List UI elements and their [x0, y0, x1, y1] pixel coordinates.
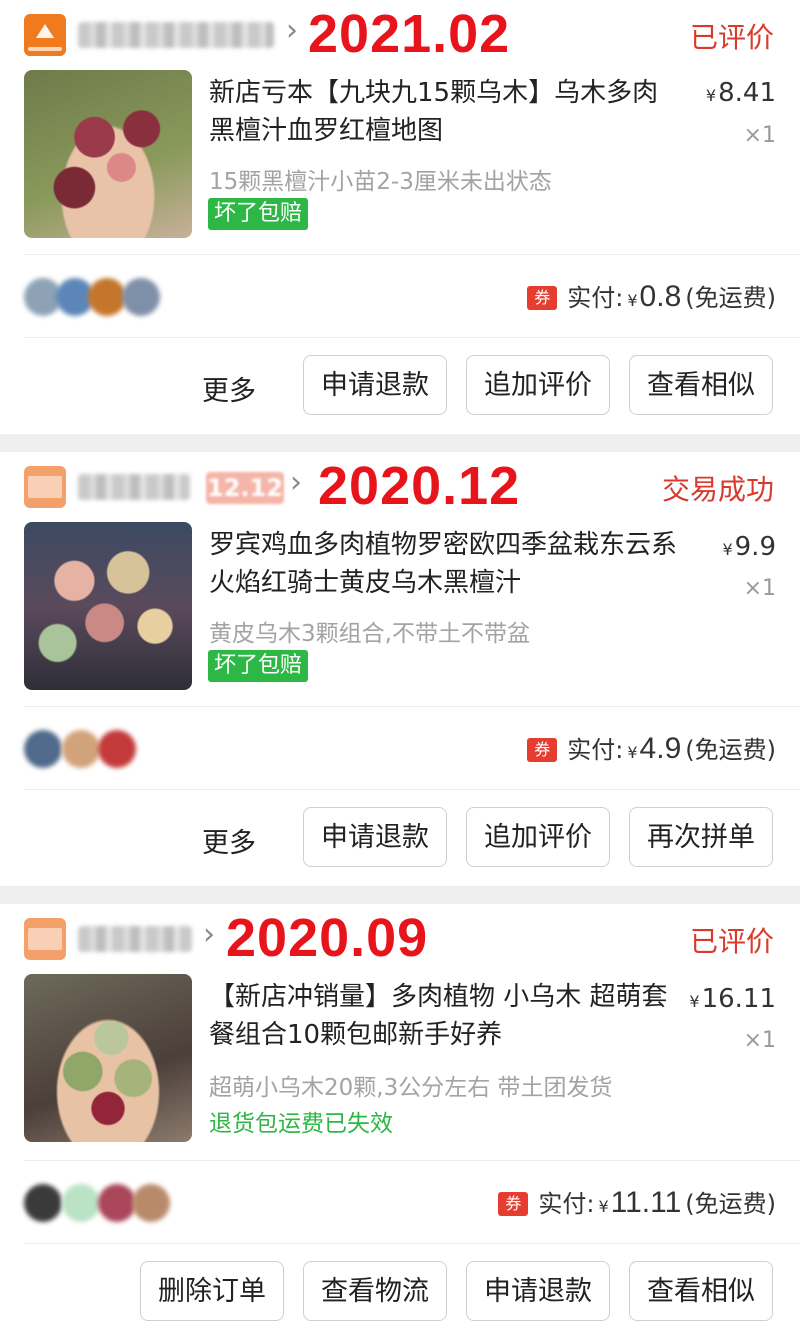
- product-title[interactable]: 罗宾鸡血多肉植物罗密欧四季盆栽东云系火焰红骑士黄皮乌木黑檀汁: [209, 526, 679, 602]
- currency-symbol: ¥: [598, 1197, 609, 1216]
- avatar: [62, 730, 100, 768]
- divider: [24, 1160, 800, 1161]
- coupon-icon: 券: [498, 1192, 529, 1216]
- view-similar-button[interactable]: 查看相似: [629, 355, 773, 415]
- store-logo-icon: [24, 466, 66, 508]
- product-price: ¥8.41: [705, 78, 776, 108]
- view-similar-button[interactable]: 查看相似: [629, 1261, 773, 1321]
- currency-symbol: ¥: [627, 743, 638, 762]
- product-price: ¥16.11: [689, 984, 776, 1014]
- store-header[interactable]: › 2021.02 已评价: [0, 0, 800, 70]
- return-shipping-notice: 退货包运费已失效: [209, 1111, 393, 1137]
- add-review-button[interactable]: 追加评价: [466, 807, 610, 867]
- store-logo-icon: [24, 14, 66, 56]
- product-image[interactable]: [24, 974, 192, 1142]
- divider: [24, 337, 800, 338]
- product-spec: 黄皮乌木3颗组合,不带土不带盆: [209, 621, 530, 647]
- group-avatars: [24, 1184, 174, 1222]
- divider: [24, 1243, 800, 1244]
- order-card: › 2020.09 已评价 【新店冲销量】多肉植物 小乌木 超萌套餐组合10颗包…: [0, 904, 800, 1341]
- guarantee-badge: 坏了包赔: [208, 650, 309, 682]
- avatar: [98, 730, 136, 768]
- order-card: › 2021.02 已评价 新店亏本【九块九15颗乌木】乌木多肉黑檀汁血罗红檀地…: [0, 0, 800, 434]
- order-card: 12.12 › 2020.12 交易成功 罗宾鸡血多肉植物罗密欧四季盆栽东云系火…: [0, 452, 800, 886]
- chevron-right-icon[interactable]: ›: [203, 920, 215, 950]
- refund-button[interactable]: 申请退款: [466, 1261, 610, 1321]
- shipping-note: (免运费): [685, 736, 776, 764]
- store-header[interactable]: › 2020.09 已评价: [0, 904, 800, 974]
- order-status: 已评价: [689, 21, 774, 54]
- coupon-icon: 券: [527, 738, 558, 762]
- avatar: [98, 1184, 136, 1222]
- avatar: [62, 1184, 100, 1222]
- product-spec: 超萌小乌木20颗,3公分左右 带土团发货: [209, 1075, 613, 1101]
- refund-button[interactable]: 申请退款: [303, 355, 447, 415]
- coupon-icon: 券: [527, 286, 558, 310]
- avatar: [122, 278, 160, 316]
- divider: [24, 254, 800, 255]
- store-tag: 12.12: [206, 472, 284, 504]
- shipping-note: (免运费): [685, 1190, 776, 1218]
- divider: [24, 706, 800, 707]
- date-label: 2020.12: [318, 456, 521, 516]
- add-review-button[interactable]: 追加评价: [466, 355, 610, 415]
- delete-order-button[interactable]: 删除订单: [140, 1261, 284, 1321]
- date-label: 2020.09: [226, 908, 429, 968]
- paid-label: 实付:: [567, 736, 624, 764]
- group-avatars: [24, 278, 174, 316]
- paid-label: 实付:: [567, 284, 624, 312]
- group-buy-again-button[interactable]: 再次拼单: [629, 807, 773, 867]
- store-name[interactable]: [78, 474, 190, 500]
- store-name[interactable]: [78, 926, 192, 952]
- order-status: 已评价: [689, 925, 774, 958]
- product-quantity: ×1: [743, 123, 776, 148]
- product-price: ¥9.9: [722, 532, 776, 562]
- store-logo-icon: [24, 918, 66, 960]
- paid-amount: 11.11: [610, 1186, 682, 1219]
- avatar: [24, 1184, 62, 1222]
- divider: [24, 789, 800, 790]
- avatar: [88, 278, 126, 316]
- chevron-right-icon[interactable]: ›: [290, 468, 302, 498]
- product-title[interactable]: 【新店冲销量】多肉植物 小乌木 超萌套餐组合10颗包邮新手好养: [209, 978, 679, 1054]
- paid-label: 实付:: [538, 1190, 595, 1218]
- product-quantity: ×1: [743, 576, 776, 601]
- product-image[interactable]: [24, 522, 192, 690]
- refund-button[interactable]: 申请退款: [303, 807, 447, 867]
- currency-symbol: ¥: [627, 291, 638, 310]
- date-label: 2021.02: [308, 4, 511, 64]
- more-button[interactable]: 更多: [202, 369, 256, 408]
- order-status: 交易成功: [661, 473, 774, 506]
- store-header[interactable]: 12.12 › 2020.12 交易成功: [0, 452, 800, 522]
- paid-summary: 券 实付: ¥ 4.9 (免运费): [527, 730, 776, 766]
- paid-summary: 券 实付: ¥ 0.8 (免运费): [527, 278, 776, 314]
- avatar: [132, 1184, 170, 1222]
- product-quantity: ×1: [743, 1028, 776, 1053]
- guarantee-badge: 坏了包赔: [208, 198, 309, 230]
- paid-amount: 4.9: [639, 732, 682, 765]
- more-button[interactable]: 更多: [202, 821, 256, 860]
- view-logistics-button[interactable]: 查看物流: [303, 1261, 447, 1321]
- avatar: [24, 730, 62, 768]
- paid-amount: 0.8: [639, 280, 682, 313]
- paid-summary: 券 实付: ¥ 11.11 (免运费): [498, 1184, 776, 1220]
- store-name[interactable]: [78, 22, 274, 48]
- product-title[interactable]: 新店亏本【九块九15颗乌木】乌木多肉黑檀汁血罗红檀地图: [209, 74, 679, 150]
- product-spec: 15颗黑檀汁小苗2-3厘米未出状态: [209, 169, 552, 195]
- product-image[interactable]: [24, 70, 192, 238]
- chevron-right-icon[interactable]: ›: [286, 16, 298, 46]
- shipping-note: (免运费): [685, 284, 776, 312]
- group-avatars: [24, 730, 174, 768]
